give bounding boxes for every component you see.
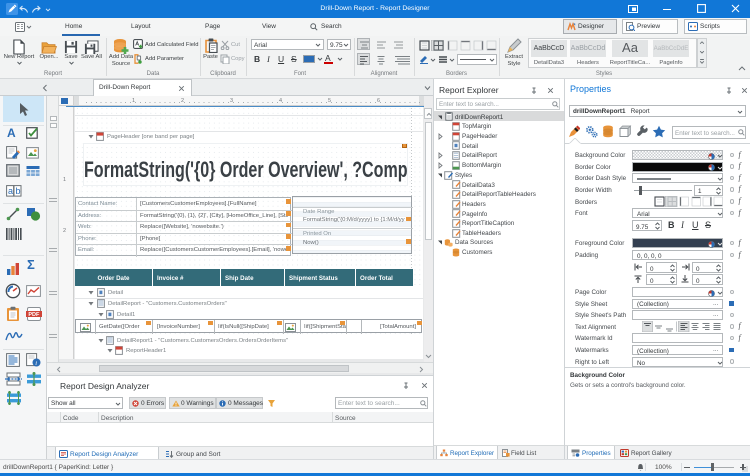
svg-text:a: a bbox=[8, 186, 13, 196]
svg-text:b: b bbox=[16, 186, 21, 196]
svg-text:PDF: PDF bbox=[28, 312, 40, 318]
svg-text:i: i bbox=[35, 360, 37, 367]
